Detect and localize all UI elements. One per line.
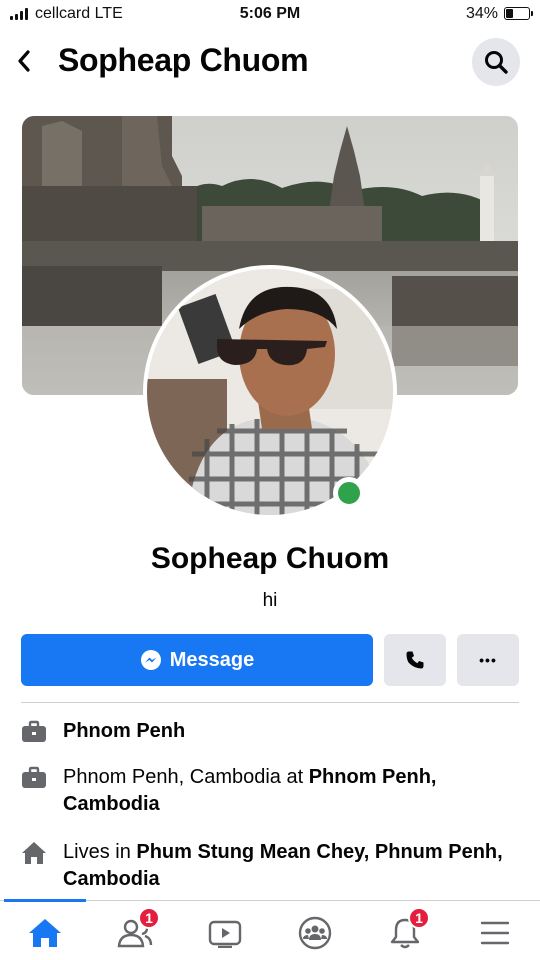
intro-text: Lives in Phum Stung Mean Chey, Phnum Pen… bbox=[63, 841, 503, 890]
video-icon bbox=[208, 920, 242, 948]
hamburger-menu-icon bbox=[480, 921, 510, 945]
bottom-navigation: 1 1 bbox=[0, 899, 540, 960]
chevron-left-icon bbox=[18, 50, 30, 72]
intro-text: Phnom Penh bbox=[63, 720, 186, 742]
friends-badge: 1 bbox=[138, 907, 160, 929]
search-button[interactable] bbox=[472, 38, 520, 86]
divider bbox=[21, 702, 519, 703]
nav-notifications[interactable]: 1 bbox=[378, 907, 432, 953]
message-button-label: Message bbox=[169, 648, 255, 671]
intro-text: Phnom Penh, Cambodia at Phnom Penh, Camb… bbox=[63, 766, 437, 815]
back-button[interactable] bbox=[10, 46, 38, 76]
messenger-icon bbox=[140, 650, 161, 670]
more-icon: ••• bbox=[479, 652, 497, 668]
briefcase-icon bbox=[20, 719, 48, 745]
active-tab-indicator bbox=[4, 899, 86, 902]
nav-groups[interactable] bbox=[288, 913, 342, 953]
home-icon bbox=[29, 919, 61, 947]
phone-icon bbox=[406, 651, 424, 669]
profile-bio: hi bbox=[262, 590, 278, 611]
groups-icon bbox=[298, 916, 332, 950]
battery-icon bbox=[504, 7, 533, 20]
online-status-indicator bbox=[333, 477, 365, 509]
nav-watch[interactable] bbox=[198, 913, 252, 953]
message-button[interactable]: Message bbox=[21, 634, 373, 686]
nav-friends[interactable]: 1 bbox=[108, 907, 162, 953]
battery-percentage: 34% bbox=[465, 5, 498, 22]
clock: 5:06 PM bbox=[239, 5, 301, 22]
status-bar: cellcard LTE 5:06 PM 34% bbox=[0, 0, 540, 30]
page-title: Sopheap Chuom bbox=[58, 42, 309, 78]
nav-menu[interactable] bbox=[468, 913, 522, 953]
notifications-badge: 1 bbox=[408, 907, 430, 929]
home-icon bbox=[20, 840, 48, 866]
profile-name: Sopheap Chuom bbox=[150, 542, 390, 575]
call-button[interactable] bbox=[384, 634, 446, 686]
more-options-button[interactable]: ••• bbox=[457, 634, 519, 686]
profile-header: Sopheap Chuom bbox=[0, 38, 540, 86]
nav-home[interactable] bbox=[18, 913, 72, 953]
briefcase-icon bbox=[20, 765, 48, 791]
search-icon bbox=[485, 51, 508, 74]
